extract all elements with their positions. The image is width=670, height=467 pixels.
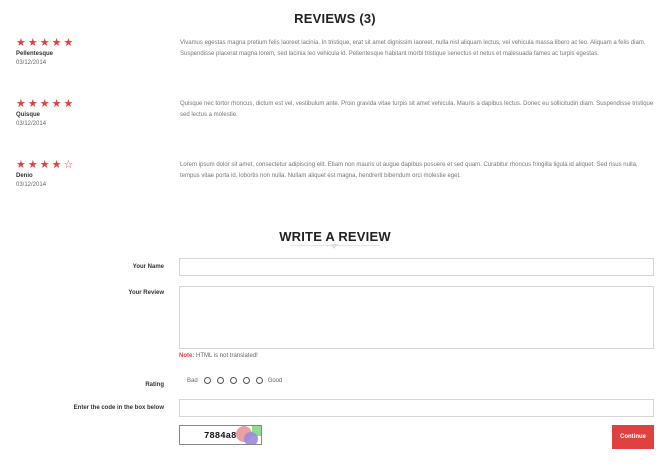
review-label: Your Review [128, 290, 164, 296]
review-textarea[interactable] [179, 286, 654, 349]
review-author: Denio [16, 173, 33, 179]
review-author: Quisque [16, 112, 41, 118]
rating-radio-1[interactable] [203, 377, 211, 384]
html-note: Note: HTML is not translated! [179, 353, 258, 359]
reviews-title: REVIEWS (3) [294, 11, 376, 26]
review-date: 03/12/2014 [16, 121, 47, 127]
rating-bad-label: Bad [187, 377, 198, 384]
review-text: Lorem ipsum dolor sit amet, consectetur … [180, 162, 638, 179]
star-rating: ★★★★★ [16, 37, 76, 49]
review-date: 03/12/2014 [16, 60, 47, 66]
rating-good-label: Good [267, 377, 283, 384]
note-text: HTML is not translated! [196, 353, 258, 359]
review-author: Pellentesque [16, 51, 54, 57]
write-review-title: WRITE A REVIEW [279, 229, 391, 244]
rating-radio-4[interactable] [242, 377, 250, 384]
rating-radio-5[interactable] [255, 377, 263, 384]
name-input[interactable] [179, 258, 654, 276]
continue-button[interactable]: Continue [612, 425, 654, 449]
star-rating: ★★★★★ [16, 98, 76, 110]
rating-label: Rating [145, 382, 164, 388]
captcha-input[interactable] [179, 399, 654, 417]
rating-radio-3[interactable] [229, 377, 237, 384]
note-prefix: Note: [179, 353, 195, 359]
captcha-label: Enter the code in the box below [73, 405, 164, 411]
rating-radio-2[interactable] [216, 377, 224, 384]
review-text: Quisque nec tortor rhoncus, dictum est v… [180, 101, 654, 118]
title-caret-icon [330, 244, 338, 249]
review-date: 03/12/2014 [16, 182, 47, 188]
captcha-code: 7884a8 [204, 431, 237, 441]
star-rating: ★★★★☆ [16, 159, 76, 171]
review-text: Vivamus egestas magna pretium felis laor… [180, 40, 646, 57]
captcha-image: 7884a8 [179, 425, 262, 445]
rating-options: Bad Good [187, 377, 282, 384]
name-label: Your Name [132, 264, 164, 270]
